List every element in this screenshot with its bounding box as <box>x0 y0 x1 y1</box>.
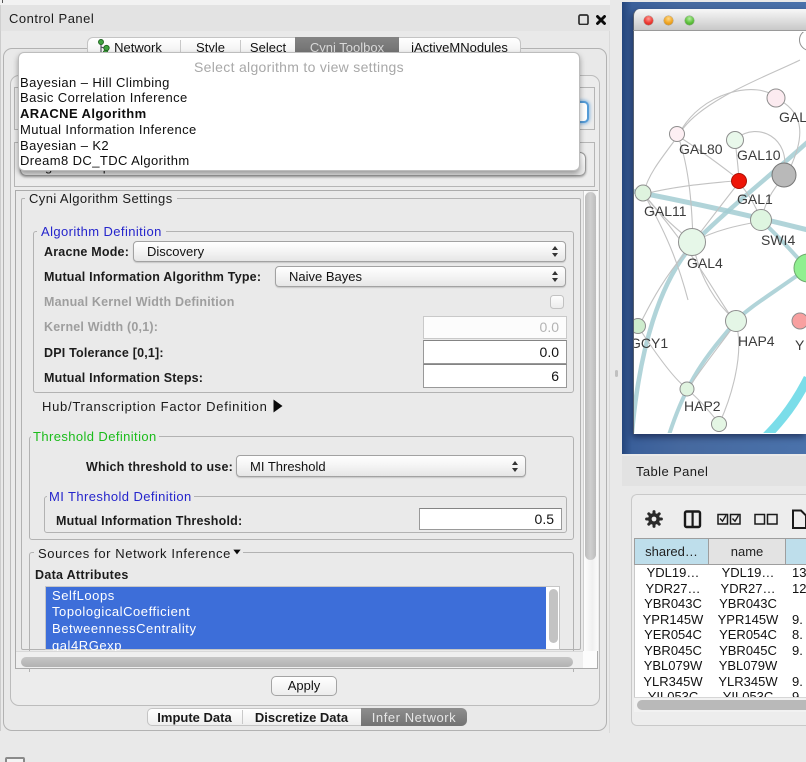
svg-text:GAL80: GAL80 <box>679 141 723 157</box>
svg-text:HAP4: HAP4 <box>738 333 775 349</box>
svg-text:GAL10: GAL10 <box>737 147 781 163</box>
svg-text:GAL1: GAL1 <box>737 191 773 207</box>
svg-text:GAL: GAL <box>779 109 806 125</box>
svg-text:GAL4: GAL4 <box>687 255 723 271</box>
svg-text:HAP2: HAP2 <box>684 398 721 414</box>
svg-text:SWI4: SWI4 <box>761 232 795 248</box>
svg-text:GCY1: GCY1 <box>634 335 668 351</box>
svg-text:GAL11: GAL11 <box>644 203 687 219</box>
svg-text:Y: Y <box>795 337 805 353</box>
